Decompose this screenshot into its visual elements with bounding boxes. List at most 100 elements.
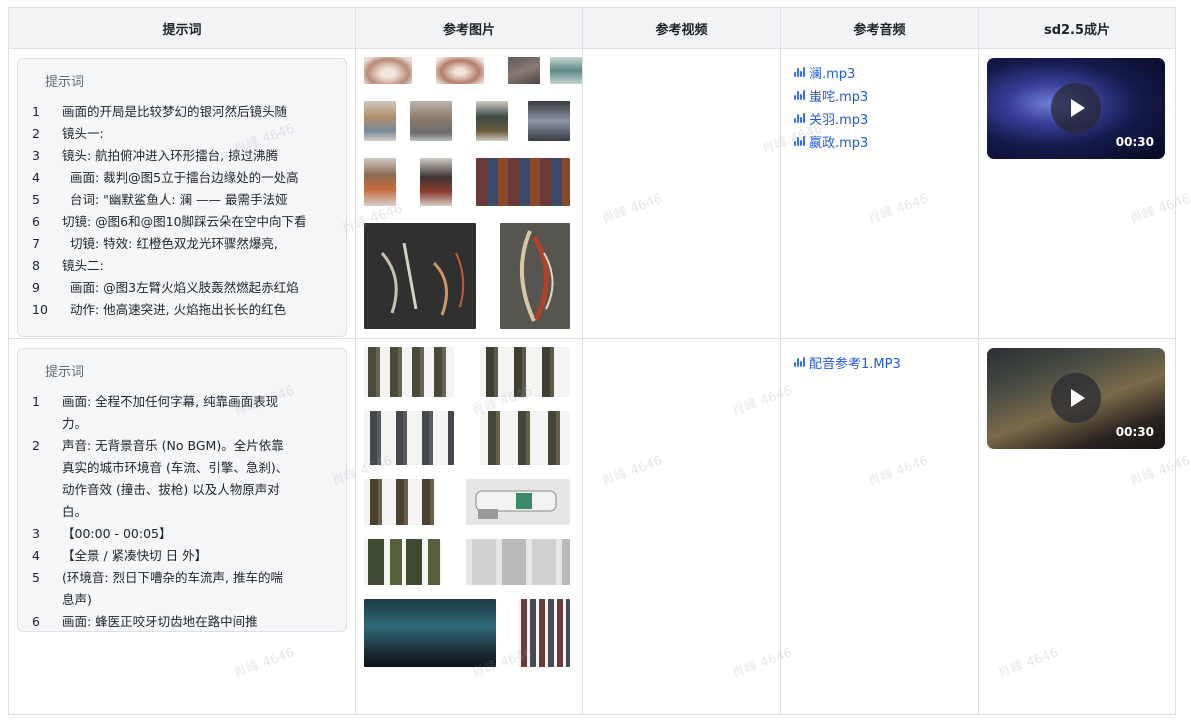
- prompt-code-block[interactable]: 提示词 1 画面的开局是比较梦幻的银河然后镜头随 2 镜头一: 3 镜头: 航拍俯冲进…: [17, 58, 347, 337]
- image-thumbnail[interactable]: [500, 223, 570, 329]
- line-text: 切镜: 特效: 红橙色双龙光环骤然爆亮,: [62, 236, 278, 251]
- line-number: 3: [32, 526, 40, 541]
- image-thumbnail[interactable]: [518, 599, 570, 667]
- image-thumbnail[interactable]: [528, 101, 570, 141]
- line-text: 台词: "幽默鲨鱼人: 澜 —— 最需手法娅: [62, 192, 288, 207]
- audio-list: 澜.mp3 蚩咤.mp3 关羽.mp3 嬴政.mp3: [793, 61, 868, 153]
- image-thumbnail[interactable]: [476, 158, 570, 206]
- audio-file-name: 关羽.mp3: [809, 113, 869, 128]
- line-text: 镜头二:: [62, 258, 104, 273]
- audio-file-name: 配音参考1.MP3: [809, 357, 901, 372]
- image-thumbnail[interactable]: [466, 539, 570, 585]
- audio-file-name: 嬴政.mp3: [809, 136, 869, 151]
- table-row: 提示词 1 画面的开局是比较梦幻的银河然后镜头随 2 镜头一: 3 镜头: 航拍俯冲进…: [8, 48, 1176, 339]
- code-line: 3 镜头: 航拍俯冲进入环形擂台, 掠过沸腾: [18, 145, 346, 167]
- image-thumbnail[interactable]: [364, 479, 436, 525]
- image-thumbnail[interactable]: [480, 411, 570, 465]
- audio-file-link[interactable]: 配音参考1.MP3: [793, 351, 901, 374]
- video-player[interactable]: 00:30: [987, 58, 1165, 159]
- code-line: 5 (环境音: 烈日下嘈杂的车流声, 推车的喘息声): [18, 567, 346, 611]
- ref-video-cell: [582, 48, 781, 339]
- prompt-label: 提示词: [45, 365, 85, 380]
- image-thumbnail[interactable]: [436, 57, 484, 84]
- image-thumbnail[interactable]: [410, 101, 452, 141]
- line-text: 画面的开局是比较梦幻的银河然后镜头随: [62, 104, 288, 119]
- video-duration: 00:30: [1115, 135, 1154, 149]
- audio-file-link[interactable]: 嬴政.mp3: [793, 130, 868, 153]
- code-line: 1 画面的开局是比较梦幻的银河然后镜头随: [18, 101, 346, 123]
- header-ref-video[interactable]: 参考视频: [582, 7, 781, 49]
- code-line: 9 画面: @图3左臂火焰义肢轰然燃起赤红焰: [18, 277, 346, 299]
- line-text: 镜头: 航拍俯冲进入环形擂台, 掠过沸腾: [62, 148, 279, 163]
- final-video-cell: 00:30: [978, 48, 1176, 339]
- ref-video-cell: [582, 338, 781, 715]
- header-final-video[interactable]: sd2.5成片: [978, 7, 1176, 49]
- image-thumbnail[interactable]: [364, 158, 396, 206]
- audio-file-icon: [793, 135, 806, 148]
- image-thumbnail[interactable]: [364, 599, 496, 667]
- content-table: 提示词 参考图片 参考视频 参考音频 sd2.5成片 提示词 1 画面的开局是比较…: [8, 7, 1176, 715]
- header-prompt[interactable]: 提示词: [8, 7, 356, 49]
- code-line: 8 镜头二:: [18, 255, 346, 277]
- image-thumbnail[interactable]: [364, 57, 412, 84]
- video-player[interactable]: 00:30: [987, 348, 1165, 449]
- audio-list: 配音参考1.MP3: [793, 351, 901, 374]
- image-thumbnail[interactable]: [480, 347, 570, 397]
- line-number: 7: [32, 236, 40, 251]
- line-number: 2: [32, 438, 40, 453]
- play-button[interactable]: [1051, 373, 1101, 423]
- final-video-cell: 00:30: [978, 338, 1176, 715]
- image-thumbnail[interactable]: [364, 539, 442, 585]
- image-thumbnail[interactable]: [550, 57, 582, 84]
- code-line: 5 台词: "幽默鲨鱼人: 澜 —— 最需手法娅: [18, 189, 346, 211]
- code-line: 6 切镜: @图6和@图10脚踩云朵在空中向下看: [18, 211, 346, 233]
- line-text: 画面: 裁判@图5立于擂台边缘处的一处高: [62, 170, 299, 185]
- image-thumbnail[interactable]: [476, 101, 508, 141]
- line-number: 6: [32, 214, 40, 229]
- image-thumbnail[interactable]: [420, 158, 452, 206]
- audio-file-icon: [793, 89, 806, 102]
- audio-file-name: 蚩咤.mp3: [809, 90, 869, 105]
- line-number: 4: [32, 548, 40, 563]
- image-thumbnail[interactable]: [466, 479, 570, 525]
- prompt-cell[interactable]: 提示词 1 画面的开局是比较梦幻的银河然后镜头随 2 镜头一: 3 镜头: 航拍俯冲进…: [8, 48, 356, 339]
- line-number: 5: [32, 192, 40, 207]
- code-line: 4 画面: 裁判@图5立于擂台边缘处的一处高: [18, 167, 346, 189]
- audio-file-icon: [793, 356, 806, 369]
- code-line: 7 切镜: 特效: 红橙色双龙光环骤然爆亮,: [18, 233, 346, 255]
- code-line: 2 镜头一:: [18, 123, 346, 145]
- line-number: 2: [32, 126, 40, 141]
- image-thumbnail[interactable]: [364, 347, 454, 397]
- image-thumbnail[interactable]: [364, 223, 476, 329]
- table-row: 提示词 1 画面: 全程不加任何字幕, 纯靠画面表现力。 2 声音: 无背景音乐 …: [8, 338, 1176, 715]
- line-text: 动作: 他高速突进, 火焰拖出长长的红色: [62, 302, 287, 317]
- line-number: 5: [32, 570, 40, 585]
- code-line: 1 画面: 全程不加任何字幕, 纯靠画面表现力。: [18, 391, 346, 435]
- ref-images-cell: [355, 338, 583, 715]
- header-ref-images[interactable]: 参考图片: [355, 7, 583, 49]
- image-thumbnail[interactable]: [508, 57, 540, 84]
- line-text: 画面: 全程不加任何字幕, 纯靠画面表现力。: [62, 394, 279, 431]
- line-text: 镜头一:: [62, 126, 104, 141]
- image-thumbnail[interactable]: [364, 411, 454, 465]
- code-line: 10 动作: 他高速突进, 火焰拖出长长的红色: [18, 299, 346, 321]
- line-text: 声音: 无背景音乐 (No BGM)。全片依靠真实的城市环境音 (车流、引擎、急…: [62, 438, 289, 519]
- audio-file-icon: [793, 66, 806, 79]
- line-number: 4: [32, 170, 40, 185]
- ref-images-cell: [355, 48, 583, 339]
- audio-file-link[interactable]: 澜.mp3: [793, 61, 868, 84]
- line-text: (环境音: 烈日下嘈杂的车流声, 推车的喘息声): [62, 570, 284, 607]
- table-header-row: 提示词 参考图片 参考视频 参考音频 sd2.5成片: [8, 7, 1176, 49]
- image-thumbnail[interactable]: [364, 101, 396, 141]
- audio-file-link[interactable]: 蚩咤.mp3: [793, 84, 868, 107]
- prompt-code-block[interactable]: 提示词 1 画面: 全程不加任何字幕, 纯靠画面表现力。 2 声音: 无背景音乐 …: [17, 348, 347, 632]
- prompt-cell[interactable]: 提示词 1 画面: 全程不加任何字幕, 纯靠画面表现力。 2 声音: 无背景音乐 …: [8, 338, 356, 715]
- play-button[interactable]: [1051, 83, 1101, 133]
- video-duration: 00:30: [1115, 425, 1154, 439]
- line-text: 【全景 / 紧凑快切 日 外】: [62, 548, 208, 563]
- line-number: 3: [32, 148, 40, 163]
- audio-file-link[interactable]: 关羽.mp3: [793, 107, 868, 130]
- code-line: 4 【全景 / 紧凑快切 日 外】: [18, 545, 346, 567]
- weapon-sketch: [520, 230, 554, 322]
- header-ref-audio[interactable]: 参考音频: [780, 7, 979, 49]
